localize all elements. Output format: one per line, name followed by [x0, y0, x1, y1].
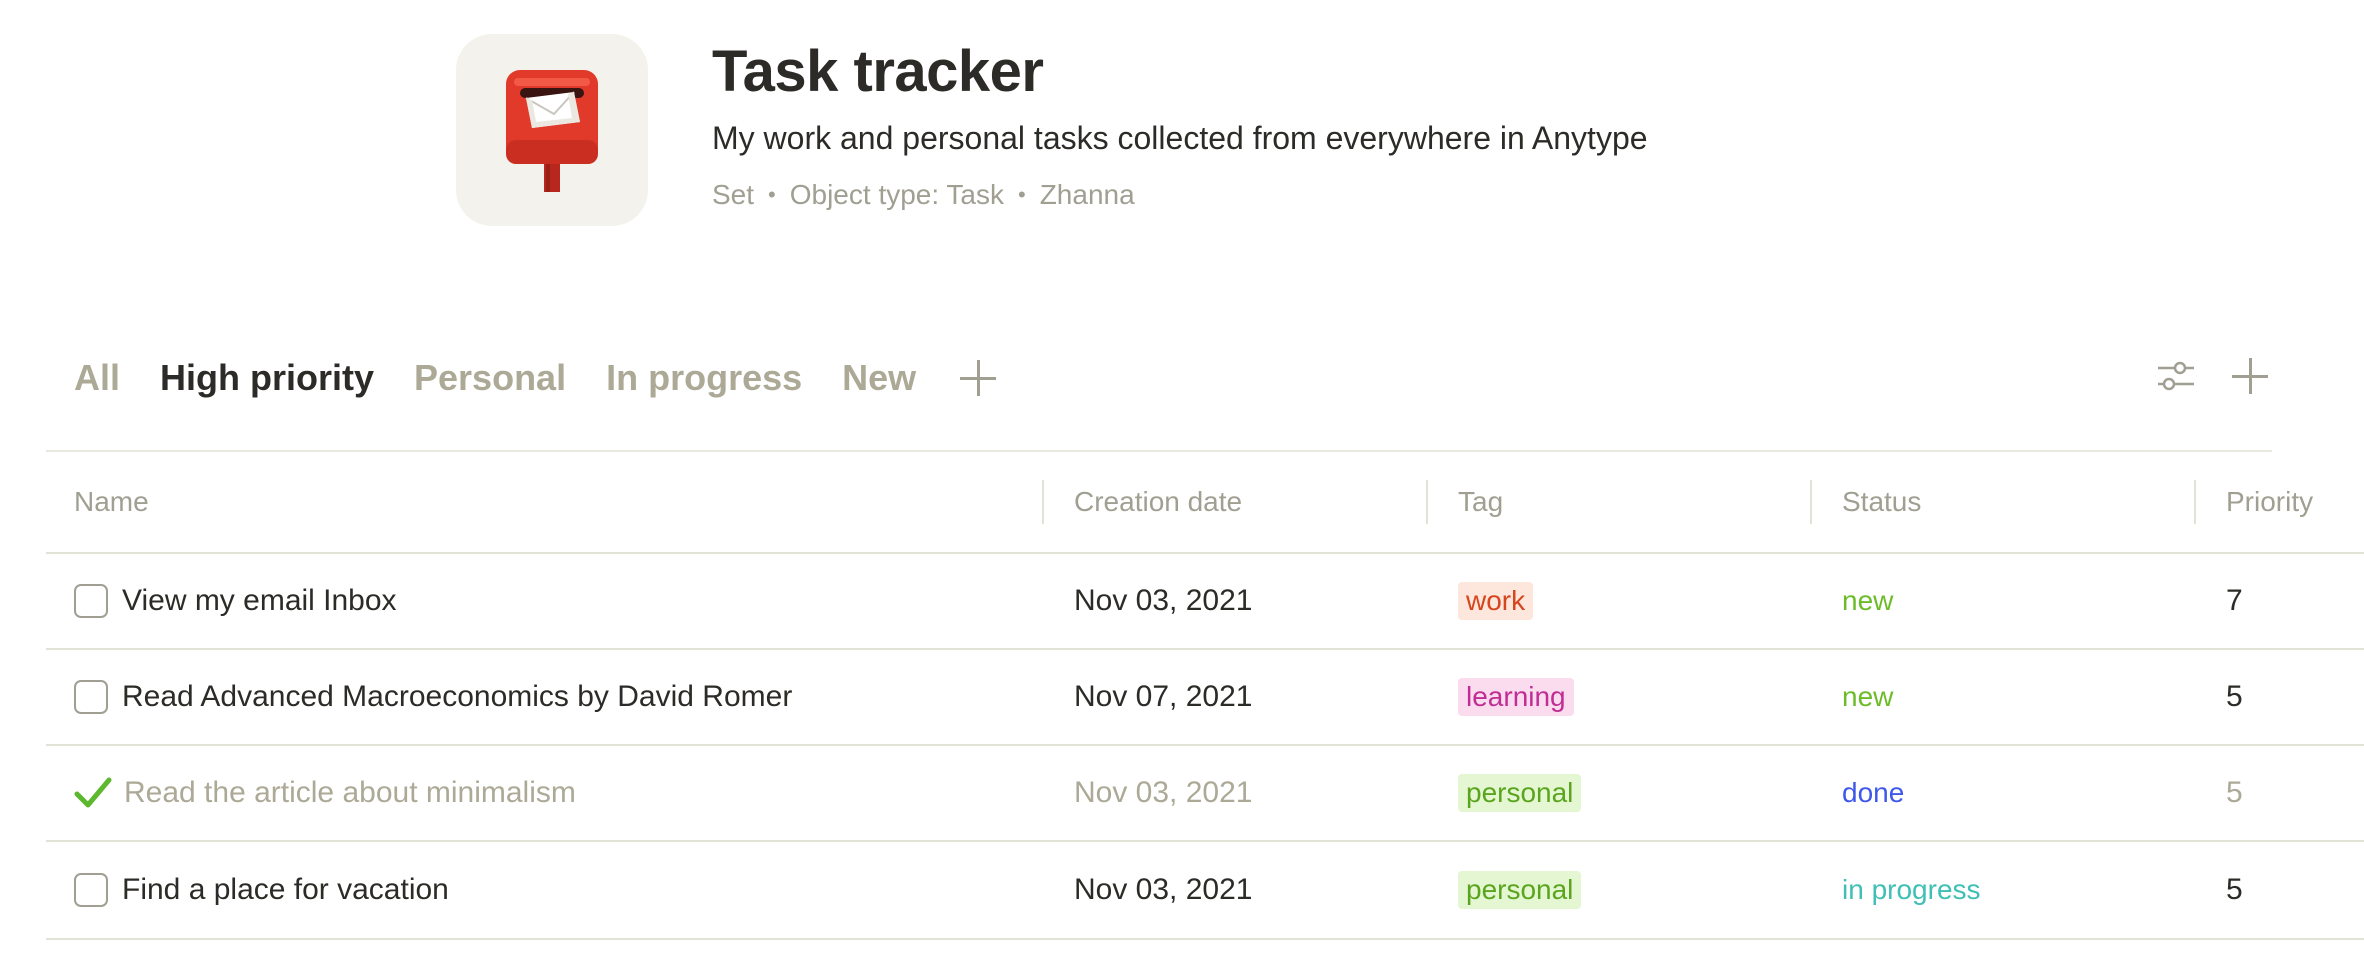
- priority-value[interactable]: 5: [2226, 776, 2243, 810]
- object-meta: Set • Object type: Task • Zhanna: [712, 178, 1648, 212]
- column-header-creation-date[interactable]: Creation date: [1044, 452, 1428, 552]
- tab-new[interactable]: New: [842, 354, 916, 402]
- meta-separator: •: [1018, 182, 1026, 207]
- tag-badge[interactable]: learning: [1458, 678, 1574, 716]
- column-header-tag[interactable]: Tag: [1428, 452, 1812, 552]
- creation-date[interactable]: Nov 03, 2021: [1074, 873, 1252, 907]
- priority-value[interactable]: 5: [2226, 680, 2243, 714]
- status-badge[interactable]: done: [1842, 777, 1904, 809]
- column-header-name[interactable]: Name: [46, 452, 1044, 552]
- postbox-icon: [506, 70, 598, 192]
- column-header-status[interactable]: Status: [1812, 452, 2196, 552]
- page-title[interactable]: Task tracker: [712, 38, 1648, 106]
- creation-date[interactable]: Nov 03, 2021: [1074, 776, 1252, 810]
- tab-high-priority[interactable]: High priority: [160, 354, 374, 402]
- meta-separator: •: [768, 182, 776, 207]
- status-badge[interactable]: in progress: [1842, 874, 1981, 906]
- table-row[interactable]: View my email Inbox Nov 03, 2021 work ne…: [46, 554, 2364, 650]
- tag-badge[interactable]: personal: [1458, 871, 1582, 909]
- task-checkbox[interactable]: [74, 680, 108, 714]
- tab-personal[interactable]: Personal: [414, 354, 566, 402]
- view-tabs: All High priority Personal In progress N…: [74, 354, 997, 402]
- task-name[interactable]: Read the article about minimalism: [124, 776, 576, 810]
- task-name[interactable]: Read Advanced Macroeconomics by David Ro…: [122, 680, 792, 714]
- meta-author[interactable]: Zhanna: [1040, 178, 1135, 212]
- tab-in-progress[interactable]: In progress: [606, 354, 802, 402]
- tab-all[interactable]: All: [74, 354, 120, 402]
- sliders-icon[interactable]: [2156, 356, 2196, 396]
- task-checkbox[interactable]: [74, 873, 108, 907]
- tasks-table: Name Creation date Tag Status Priority V…: [46, 452, 2364, 940]
- creation-date[interactable]: Nov 07, 2021: [1074, 680, 1252, 714]
- tag-badge[interactable]: work: [1458, 582, 1534, 620]
- checkmark-icon[interactable]: [74, 776, 112, 810]
- add-view-plus-icon[interactable]: [960, 360, 997, 396]
- table-row[interactable]: Read the article about minimalism Nov 03…: [46, 746, 2364, 842]
- add-record-plus-icon[interactable]: [2232, 358, 2268, 394]
- column-header-priority[interactable]: Priority: [2196, 452, 2364, 552]
- creation-date[interactable]: Nov 03, 2021: [1074, 584, 1252, 618]
- object-icon[interactable]: [456, 34, 648, 226]
- task-name[interactable]: Find a place for vacation: [122, 873, 449, 907]
- status-badge[interactable]: new: [1842, 585, 1893, 617]
- meta-object-type[interactable]: Object type: Task: [790, 178, 1004, 212]
- page-description[interactable]: My work and personal tasks collected fro…: [712, 118, 1648, 158]
- task-checkbox[interactable]: [74, 584, 108, 618]
- task-name[interactable]: View my email Inbox: [122, 584, 397, 618]
- tag-badge[interactable]: personal: [1458, 774, 1582, 812]
- priority-value[interactable]: 7: [2226, 584, 2243, 618]
- object-header: Task tracker My work and personal tasks …: [456, 34, 1648, 226]
- status-badge[interactable]: new: [1842, 681, 1893, 713]
- table-header-row: Name Creation date Tag Status Priority: [46, 452, 2364, 554]
- meta-layout[interactable]: Set: [712, 178, 754, 212]
- view-toolbar: [2156, 356, 2268, 396]
- priority-value[interactable]: 5: [2226, 873, 2243, 907]
- table-row[interactable]: Read Advanced Macroeconomics by David Ro…: [46, 650, 2364, 746]
- table-row[interactable]: Find a place for vacation Nov 03, 2021 p…: [46, 842, 2364, 940]
